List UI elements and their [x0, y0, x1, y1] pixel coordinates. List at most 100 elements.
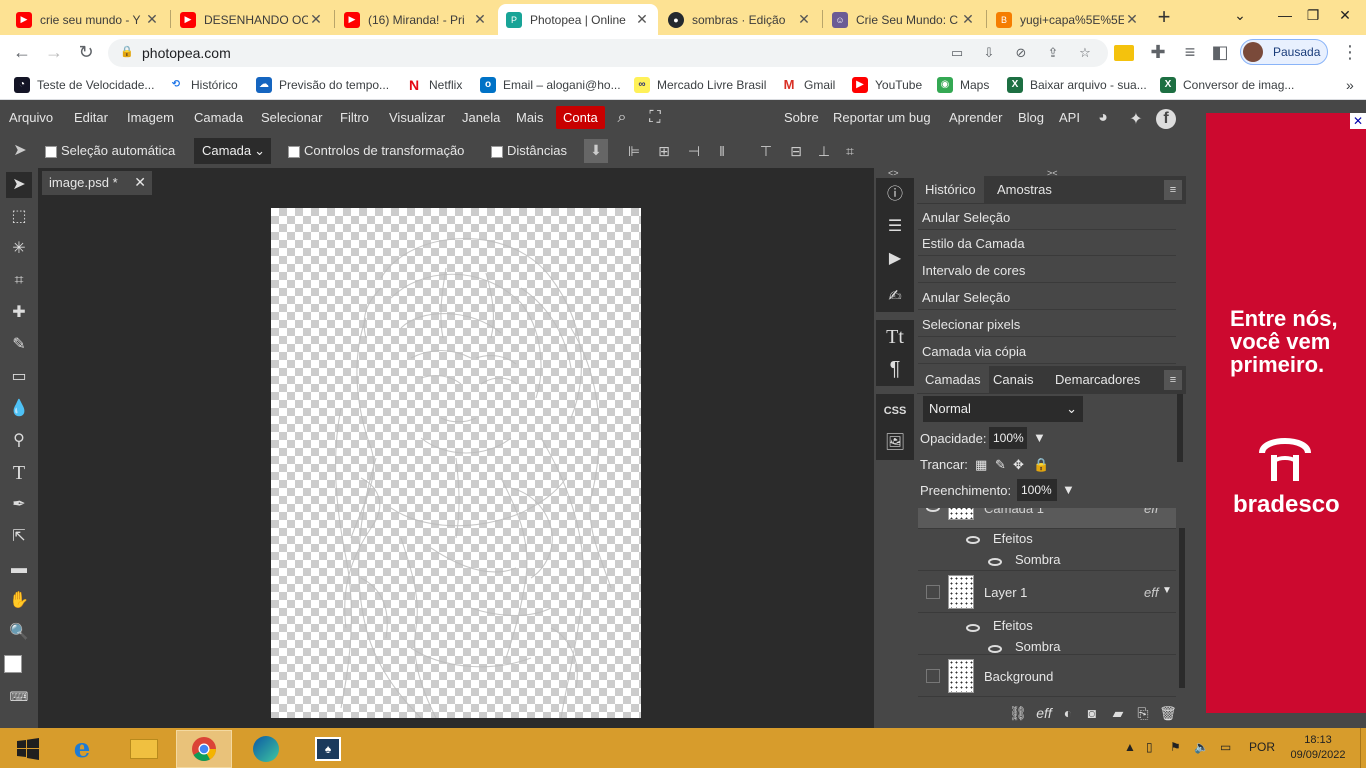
history-item[interactable]: Estilo da Camada: [918, 230, 1176, 256]
file-explorer-icon[interactable]: [116, 730, 172, 768]
browser-tab[interactable]: ▶ crie seu mundo - Y ✕: [8, 4, 168, 35]
actions-play-icon[interactable]: ▶: [879, 244, 911, 274]
layer-effects-badge[interactable]: eff: [1144, 508, 1158, 516]
align-left-icon[interactable]: ⊫: [624, 142, 644, 162]
eye-icon[interactable]: [988, 645, 1002, 653]
media-control-icon[interactable]: ≡: [1178, 41, 1202, 65]
layer-row[interactable]: Layer 1 eff ▼: [918, 571, 1176, 613]
document-canvas[interactable]: [271, 208, 641, 718]
paragraph-icon[interactable]: ¶: [879, 354, 911, 384]
reload-icon[interactable]: ↻: [74, 41, 98, 65]
blend-mode-dropdown[interactable]: Normal ⌄: [923, 396, 1083, 422]
show-hidden-icons[interactable]: ▲: [1124, 740, 1136, 754]
volume-icon[interactable]: 🔈: [1194, 740, 1209, 754]
close-ad-icon[interactable]: ✕: [1350, 113, 1366, 129]
align-bottom-icon[interactable]: ⊥: [814, 142, 834, 162]
layer-mask-icon[interactable]: ◙: [1083, 705, 1101, 723]
menu-camada[interactable]: Camada: [194, 110, 243, 125]
close-icon[interactable]: ✕: [796, 11, 812, 28]
history-scrollbar[interactable]: [1177, 382, 1183, 462]
hand-tool-icon[interactable]: ✋: [6, 588, 32, 614]
align-middle-icon[interactable]: ⊟: [786, 142, 806, 162]
edge-icon[interactable]: [238, 730, 294, 768]
eye-icon[interactable]: [988, 558, 1002, 566]
shape-tool-icon[interactable]: ▬: [6, 556, 32, 582]
foreground-color-swatch[interactable]: [4, 655, 22, 673]
menu-selecionar[interactable]: Selecionar: [261, 110, 322, 125]
layer-effects-badge[interactable]: eff: [1144, 585, 1158, 600]
info-icon[interactable]: ⓘ: [879, 180, 911, 210]
fullscreen-icon[interactable]: ⛶: [645, 109, 665, 129]
tab-canais[interactable]: Canais: [993, 372, 1033, 387]
layer-row[interactable]: Background: [918, 655, 1176, 697]
bookmark-item[interactable]: N Netflix: [406, 76, 462, 94]
effect-item[interactable]: Sombra: [1015, 639, 1061, 654]
language-indicator[interactable]: POR: [1249, 740, 1275, 754]
move-tool-icon[interactable]: ➤: [6, 172, 32, 198]
pen-tool-icon[interactable]: ✒: [6, 492, 32, 518]
close-window-icon[interactable]: ✕: [1322, 0, 1366, 32]
crop-tool-icon[interactable]: ⌗: [6, 268, 32, 294]
document-tab[interactable]: image.psd * ✕: [42, 171, 152, 195]
bookmark-item[interactable]: ⟲ Histórico: [168, 76, 238, 94]
lock-transparency-icon[interactable]: ▦: [975, 457, 987, 473]
effects-label[interactable]: Efeitos: [993, 531, 1033, 546]
search-icon[interactable]: ⌕: [612, 109, 632, 129]
effect-item[interactable]: Sombra: [1015, 552, 1061, 567]
more-bookmarks-icon[interactable]: »: [1346, 76, 1354, 94]
clipboard-icon[interactable]: ▭: [948, 45, 966, 63]
new-layer-icon[interactable]: ⎘: [1134, 705, 1152, 723]
lock-position-icon[interactable]: ✥: [1013, 457, 1024, 473]
bookmark-item[interactable]: X Conversor de imag...: [1160, 76, 1294, 94]
distribute-vertical-icon[interactable]: ⌗: [840, 142, 860, 162]
browser-tab[interactable]: ▶ DESENHANDO OC ✕: [172, 4, 332, 35]
menu-visualizar[interactable]: Visualizar: [389, 110, 445, 125]
adjustment-layer-icon[interactable]: ◐: [1059, 705, 1077, 723]
close-icon[interactable]: ✕: [308, 11, 324, 28]
distances-checkbox[interactable]: [491, 146, 503, 158]
keyboard-icon[interactable]: ⌨: [6, 684, 32, 710]
type-tool-icon[interactable]: T: [6, 460, 32, 486]
browser-tab-active[interactable]: P Photopea | Online ✕: [498, 4, 658, 35]
menu-imagem[interactable]: Imagem: [127, 110, 174, 125]
bookmark-star-icon[interactable]: ☆: [1076, 45, 1094, 63]
layers-scrollbar[interactable]: [1179, 528, 1185, 688]
eye-icon[interactable]: [966, 536, 980, 544]
share-icon[interactable]: ⇪: [1044, 45, 1062, 63]
layer-name[interactable]: Camada 1: [984, 508, 1044, 516]
layer-name[interactable]: Layer 1: [984, 585, 1027, 600]
align-center-icon[interactable]: ⊞: [654, 142, 674, 162]
browser-tab[interactable]: ▶ (16) Miranda! - Pri ✕: [336, 4, 496, 35]
back-icon[interactable]: ←: [10, 41, 34, 65]
facebook-icon[interactable]: f: [1156, 109, 1176, 129]
start-button[interactable]: [0, 730, 56, 768]
new-folder-icon[interactable]: ▰: [1109, 705, 1127, 723]
layer-name[interactable]: Background: [984, 669, 1053, 684]
tab-amostras[interactable]: Amostras: [997, 182, 1052, 197]
history-item[interactable]: Anular Seleção: [918, 284, 1176, 310]
history-item[interactable]: Camada via cópia: [918, 338, 1176, 364]
device-icon[interactable]: ▯: [1146, 740, 1153, 754]
browser-tab[interactable]: ☺ Crie Seu Mundo: C ✕: [824, 4, 984, 35]
eye-icon[interactable]: [926, 508, 940, 512]
twitter-icon[interactable]: ✦: [1126, 109, 1146, 129]
internet-explorer-icon[interactable]: e: [54, 730, 110, 768]
blur-tool-icon[interactable]: 💧: [6, 396, 32, 422]
align-right-icon[interactable]: ⊣: [684, 142, 704, 162]
layer-style-icon[interactable]: eff: [1035, 705, 1053, 723]
trash-icon[interactable]: 🗑: [1159, 705, 1177, 723]
lock-pixels-icon[interactable]: ✎: [995, 457, 1006, 473]
extensions-puzzle-icon[interactable]: ✚: [1146, 41, 1170, 65]
extension-icon[interactable]: [1114, 45, 1134, 61]
align-top-icon[interactable]: ⊤: [756, 142, 776, 162]
bookmark-item[interactable]: ◉ Maps: [937, 76, 989, 94]
bookmark-item[interactable]: M Gmail: [781, 76, 835, 94]
menu-janela[interactable]: Janela: [462, 110, 500, 125]
menu-kebab-icon[interactable]: ⋮: [1338, 41, 1362, 65]
advertisement-banner[interactable]: ✕ Entre nós, você vem primeiro. bradesco: [1206, 113, 1366, 713]
profile-button[interactable]: Pausada: [1240, 39, 1328, 65]
fill-dropdown-icon[interactable]: ▼: [1062, 482, 1075, 497]
close-icon[interactable]: ✕: [472, 11, 488, 28]
image-icon[interactable]: 🖼: [879, 428, 911, 458]
menu-blog[interactable]: Blog: [1018, 110, 1044, 125]
